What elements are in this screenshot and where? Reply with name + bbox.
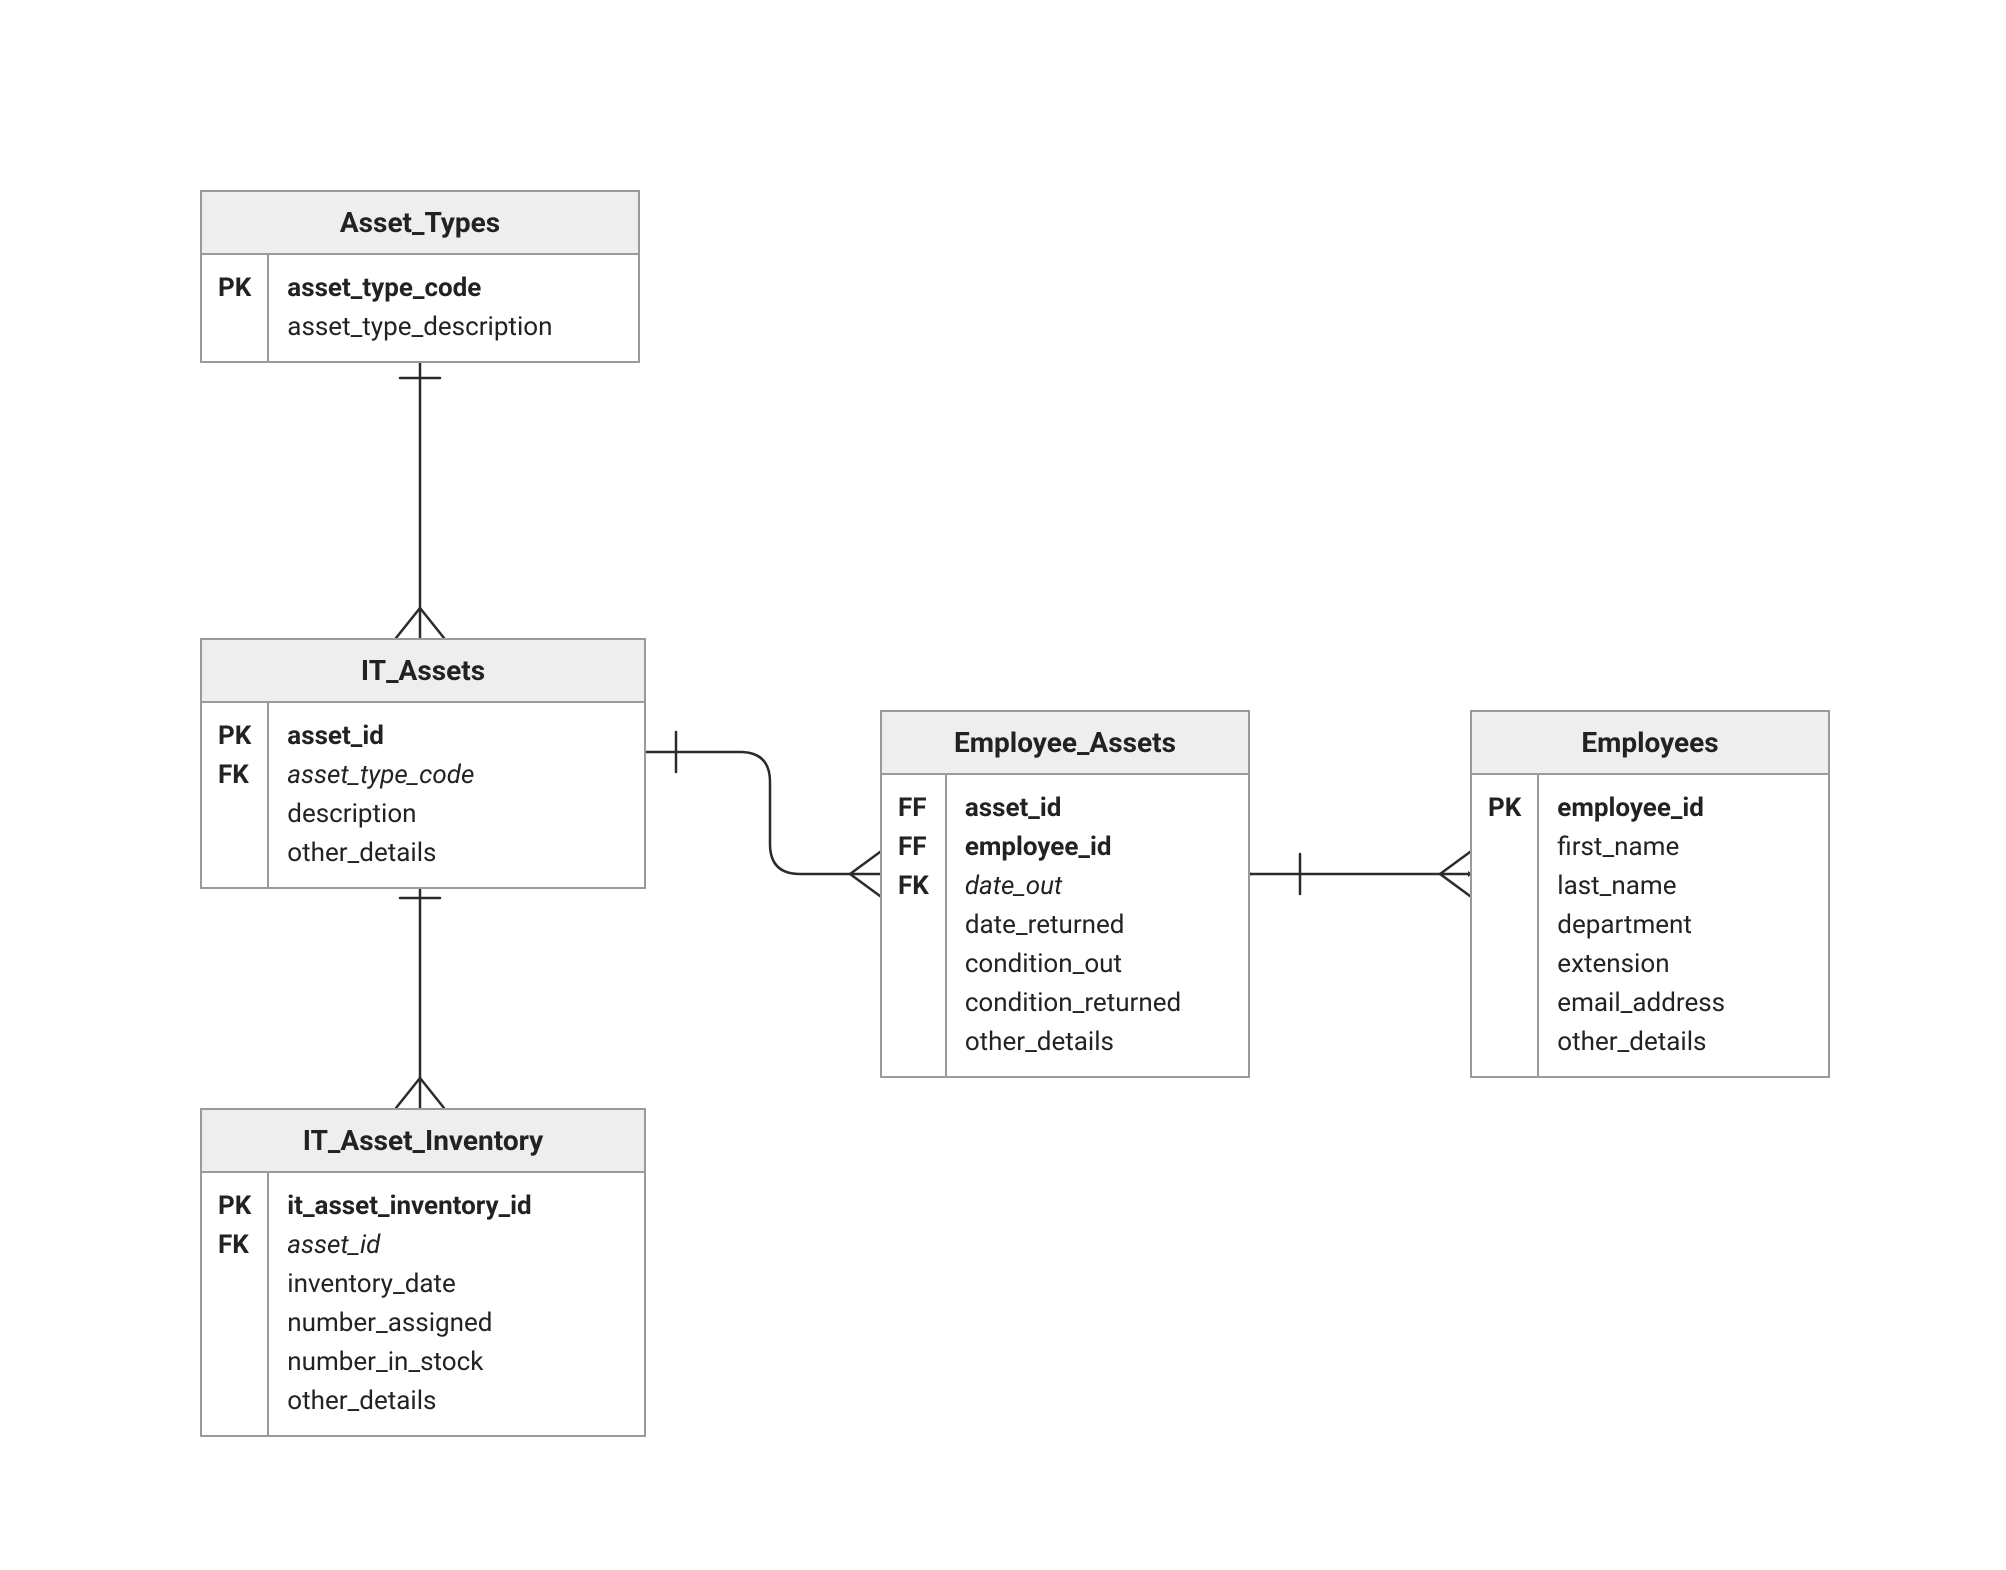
entity-it-assets: IT_Assets PK FK asset_id asset_type_code… [200, 638, 646, 889]
entity-keys: FF FF FK [882, 775, 947, 1076]
entity-employees: Employees PK employee_id first_name last… [1470, 710, 1830, 1078]
rel-asset-types-to-it-assets [396, 350, 444, 638]
entity-asset-types: Asset_Types PK asset_type_code asset_typ… [200, 190, 640, 363]
entity-fields: employee_id first_name last_name departm… [1539, 775, 1828, 1076]
entity-keys: PK [1472, 775, 1539, 1076]
rel-it-assets-to-employee-assets [646, 732, 880, 896]
entity-fields: asset_type_code asset_type_description [269, 255, 638, 361]
entity-fields: asset_id asset_type_code description oth… [269, 703, 644, 887]
entity-title: IT_Asset_Inventory [202, 1110, 644, 1173]
entity-employee-assets: Employee_Assets FF FF FK asset_id employ… [880, 710, 1250, 1078]
rel-it-assets-to-inventory [396, 870, 444, 1108]
entity-fields: it_asset_inventory_id asset_id inventory… [269, 1173, 644, 1435]
entity-keys: PK FK [202, 1173, 269, 1435]
entity-keys: PK [202, 255, 269, 361]
entity-keys: PK FK [202, 703, 269, 887]
rel-employees-to-employee-assets [1250, 852, 1470, 896]
er-diagram-canvas: Asset_Types PK asset_type_code asset_typ… [0, 0, 2006, 1570]
entity-it-asset-inventory: IT_Asset_Inventory PK FK it_asset_invent… [200, 1108, 646, 1437]
entity-title: Employee_Assets [882, 712, 1248, 775]
entity-title: Asset_Types [202, 192, 638, 255]
rel-employees-to-employee-assets-final [1250, 852, 1470, 896]
entity-title: IT_Assets [202, 640, 644, 703]
entity-fields: asset_id employee_id date_out date_retur… [947, 775, 1248, 1076]
entity-title: Employees [1472, 712, 1828, 775]
